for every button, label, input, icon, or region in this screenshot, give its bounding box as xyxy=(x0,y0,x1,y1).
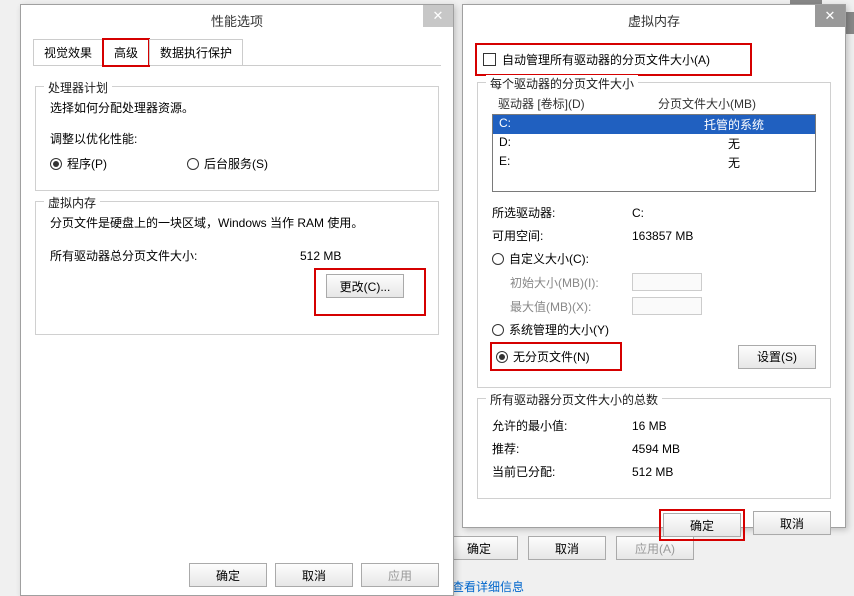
radio-none-label: 无分页文件(N) xyxy=(513,348,590,365)
radio-no-pagefile[interactable] xyxy=(496,351,508,363)
drive-row[interactable]: D: 无 xyxy=(493,134,815,153)
tab-advanced[interactable]: 高级 xyxy=(103,39,149,66)
initial-size-label: 初始大小(MB)(I): xyxy=(492,274,632,291)
close-icon[interactable]: ✕ xyxy=(423,5,453,27)
adjust-label: 调整以优化性能: xyxy=(50,130,424,147)
radio-programs[interactable] xyxy=(50,158,62,170)
performance-options-dialog: 性能选项 ✕ 视觉效果 高级 数据执行保护 处理器计划 选择如何分配处理器资源。… xyxy=(20,4,454,596)
drive-page: 托管的系统 xyxy=(659,116,809,133)
tab-visual-effects[interactable]: 视觉效果 xyxy=(33,39,103,65)
group-title: 所有驱动器分页文件大小的总数 xyxy=(486,391,662,408)
radio-background-services[interactable] xyxy=(187,158,199,170)
radio-custom-label: 自定义大小(C): xyxy=(509,250,589,267)
tab-dep[interactable]: 数据执行保护 xyxy=(149,39,243,65)
radio-custom-size[interactable] xyxy=(492,253,504,265)
dialog-title: 虚拟内存 xyxy=(628,11,680,30)
drive-page: 无 xyxy=(659,154,809,171)
total-pagefile-label: 所有驱动器总分页文件大小: xyxy=(50,247,300,264)
virtual-memory-group: 虚拟内存 分页文件是硬盘上的一块区域，Windows 当作 RAM 使用。 所有… xyxy=(35,201,439,335)
max-size-label: 最大值(MB)(X): xyxy=(492,298,632,315)
drive-header: 驱动器 [卷标](D) xyxy=(498,95,658,112)
rec-value: 4594 MB xyxy=(632,442,680,456)
radio-system-label: 系统管理的大小(Y) xyxy=(509,321,609,338)
initial-size-input xyxy=(632,273,702,291)
drive-row[interactable]: E: 无 xyxy=(493,153,815,172)
cancel-button[interactable]: 取消 xyxy=(753,511,831,535)
group-title: 处理器计划 xyxy=(44,79,112,96)
virtual-memory-dialog: 虚拟内存 ✕ 自动管理所有驱动器的分页文件大小(A) 每个驱动器的分页文件大小 … xyxy=(462,4,846,528)
min-value: 16 MB xyxy=(632,419,667,433)
min-label: 允许的最小值: xyxy=(492,417,632,434)
drive-row[interactable]: C: 托管的系统 xyxy=(493,115,815,134)
cancel-button[interactable]: 取消 xyxy=(275,563,353,587)
ok-button[interactable]: 确定 xyxy=(189,563,267,587)
rec-label: 推荐: xyxy=(492,440,632,457)
radio-system-managed[interactable] xyxy=(492,324,504,336)
titlebar: 性能选项 ✕ xyxy=(21,5,453,35)
titlebar: 虚拟内存 ✕ xyxy=(463,5,845,35)
cpu-scheduling-group: 处理器计划 选择如何分配处理器资源。 调整以优化性能: 程序(P) 后台服务(S… xyxy=(35,86,439,191)
radio-programs-label: 程序(P) xyxy=(67,155,187,172)
drive-page: 无 xyxy=(659,135,809,152)
group-title: 每个驱动器的分页文件大小 xyxy=(486,75,638,92)
each-drive-group: 每个驱动器的分页文件大小 驱动器 [卷标](D) 分页文件大小(MB) C: 托… xyxy=(477,82,831,388)
auto-manage-checkbox[interactable] xyxy=(483,53,496,66)
ok-button[interactable]: 确定 xyxy=(663,513,741,537)
drive-list[interactable]: C: 托管的系统 D: 无 E: 无 xyxy=(492,114,816,192)
radio-bg-label: 后台服务(S) xyxy=(204,155,268,172)
tab-bar: 视觉效果 高级 数据执行保护 xyxy=(33,39,441,66)
cpu-desc: 选择如何分配处理器资源。 xyxy=(50,99,424,116)
vm-desc: 分页文件是硬盘上的一块区域，Windows 当作 RAM 使用。 xyxy=(50,214,424,231)
change-button[interactable]: 更改(C)... xyxy=(326,274,404,298)
selected-drive-value: C: xyxy=(632,206,644,220)
cur-label: 当前已分配: xyxy=(492,463,632,480)
totals-group: 所有驱动器分页文件大小的总数 允许的最小值: 16 MB 推荐: 4594 MB… xyxy=(477,398,831,499)
close-icon[interactable]: ✕ xyxy=(815,5,845,27)
available-space-label: 可用空间: xyxy=(492,227,632,244)
page-header: 分页文件大小(MB) xyxy=(658,95,810,112)
drive-letter: E: xyxy=(499,154,659,171)
max-size-input xyxy=(632,297,702,315)
available-space-value: 163857 MB xyxy=(632,229,693,243)
auto-manage-label: 自动管理所有驱动器的分页文件大小(A) xyxy=(502,51,710,68)
selected-drive-label: 所选驱动器: xyxy=(492,204,632,221)
cur-value: 512 MB xyxy=(632,465,673,479)
group-title: 虚拟内存 xyxy=(44,194,100,211)
set-button[interactable]: 设置(S) xyxy=(738,345,816,369)
apply-button[interactable]: 应用 xyxy=(361,563,439,587)
dialog-title: 性能选项 xyxy=(211,11,263,30)
drive-letter: D: xyxy=(499,135,659,152)
drive-letter: C: xyxy=(499,116,659,133)
total-pagefile-value: 512 MB xyxy=(300,249,341,263)
